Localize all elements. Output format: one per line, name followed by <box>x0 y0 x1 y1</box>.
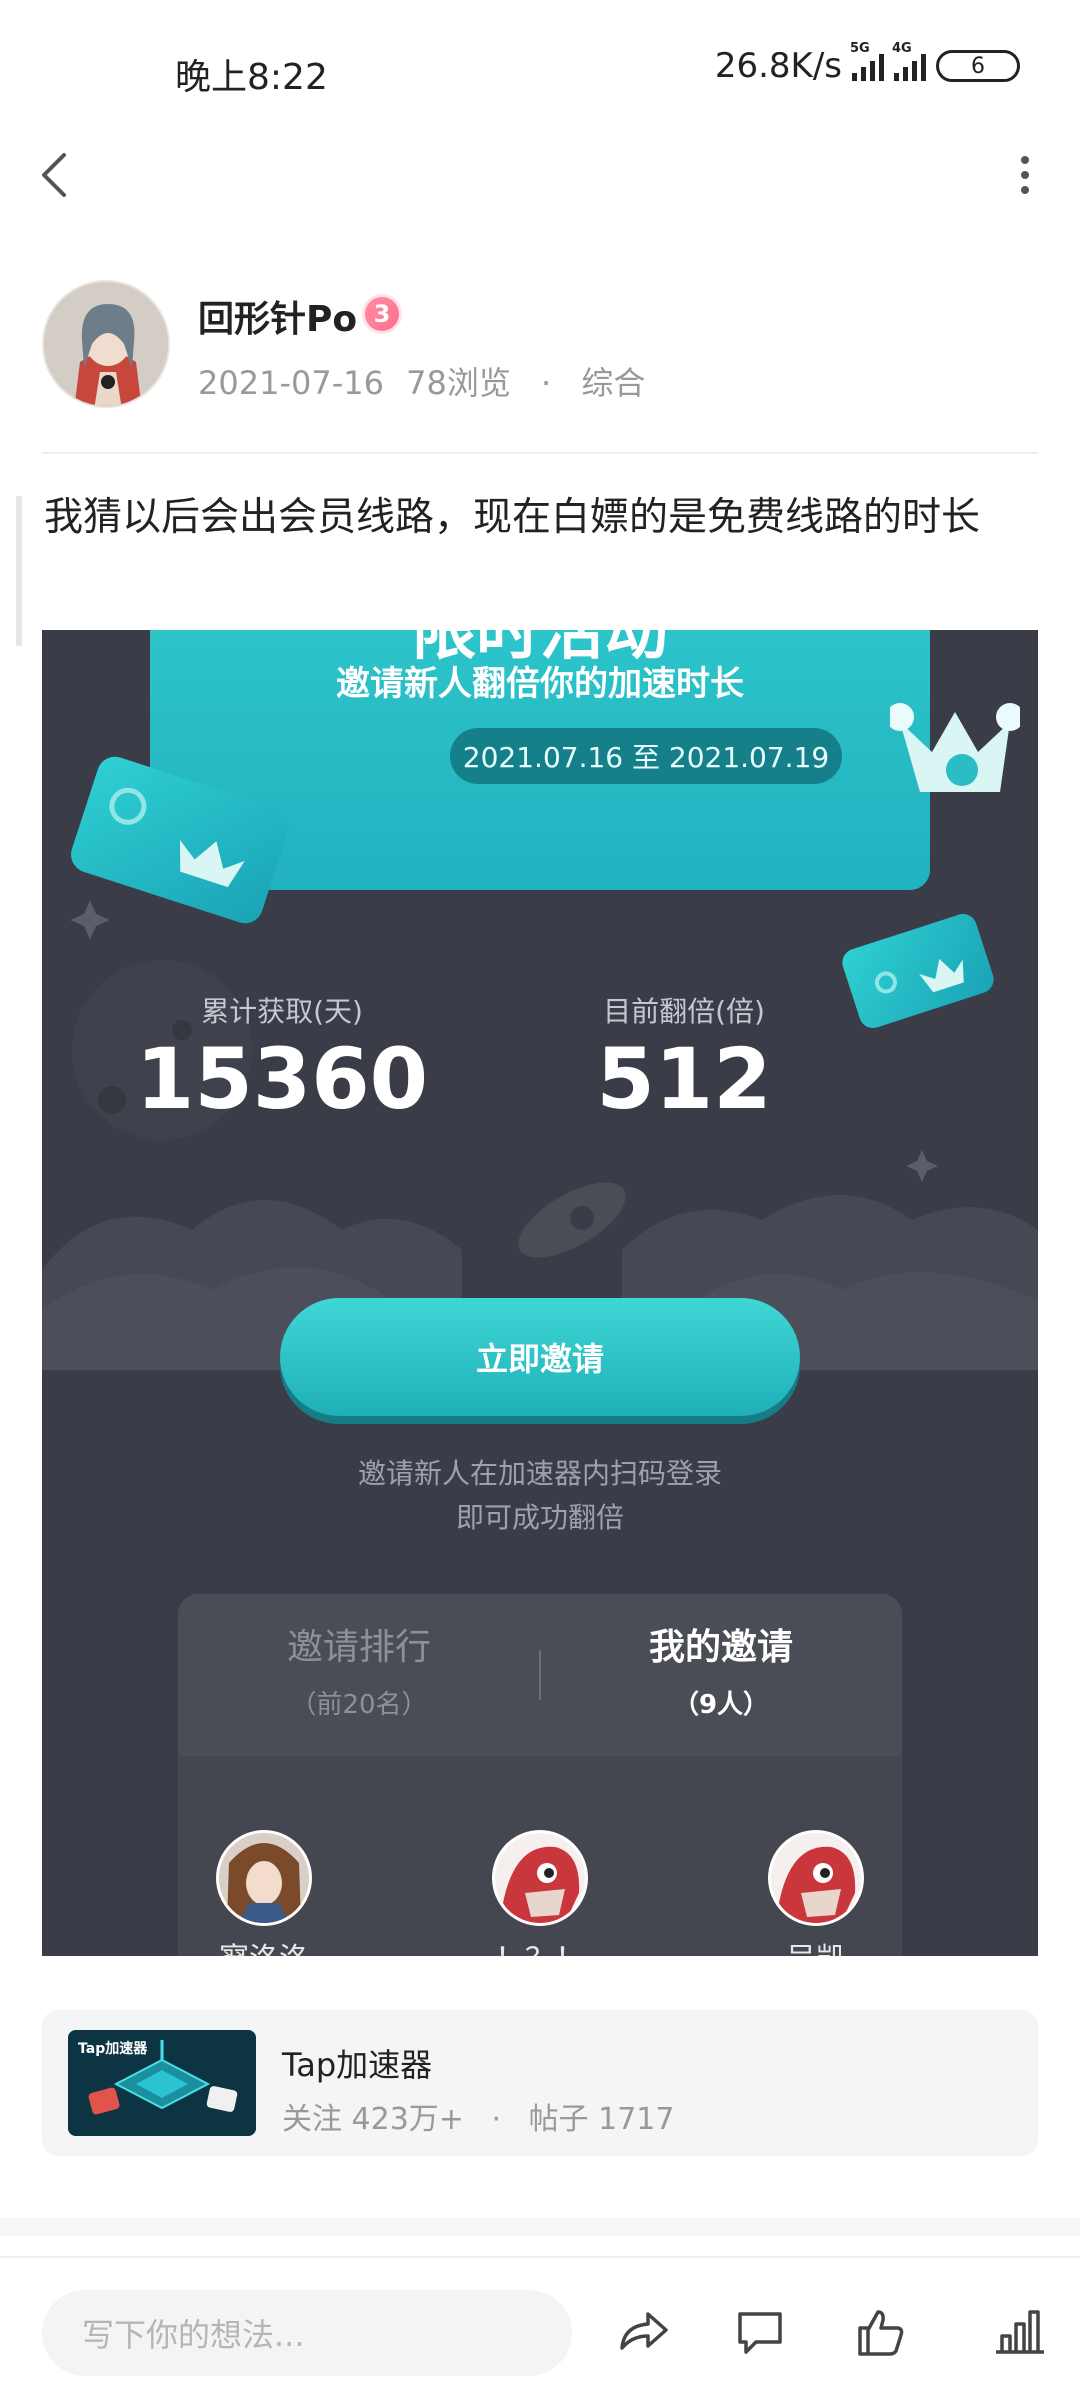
share-icon <box>620 2312 668 2350</box>
forum-post-count: 帖子 1717 <box>528 2102 675 2137</box>
avatar-image <box>495 1833 585 1923</box>
forum-thumb-label: Tap加速器 <box>78 2041 148 2057</box>
more-vertical-icon <box>1021 156 1029 194</box>
signal-4g-label: 4G <box>892 41 912 56</box>
invite-hint-line1: 邀请新人在加速器内扫码登录 <box>357 1457 722 1490</box>
forum-stats: 关注 423万+ · 帖子 1717 <box>282 2094 674 2138</box>
stat-multiplier-value: 512 <box>596 1030 772 1128</box>
more-button[interactable] <box>1010 150 1040 200</box>
invited-user-name: 寥洛洛 <box>164 1934 364 1956</box>
invited-user: 吴凯 <box>716 1830 916 1956</box>
rank-tabs: 邀请排行 （前20名） 我的邀请 （9人） <box>178 1594 902 1756</box>
invited-user: 寥洛洛 <box>164 1830 364 1956</box>
author-avatar[interactable] <box>42 280 170 408</box>
stat-multiplier-label: 目前翻倍(倍) <box>603 995 765 1028</box>
signal-5g-icon: 5G <box>850 41 884 81</box>
post-date: 2021-07-16 <box>198 364 384 402</box>
like-button[interactable] <box>850 2302 910 2362</box>
rank-panel: 邀请排行 （前20名） 我的邀请 （9人） 寥洛洛 <box>178 1594 902 1956</box>
tab-my-invites-label: 我的邀请 <box>648 1627 793 1668</box>
stat-total-value: 15360 <box>135 1030 429 1128</box>
forum-followers: 关注 423万+ <box>282 2102 464 2137</box>
level-value: 3 <box>373 300 391 328</box>
post-image[interactable]: 限时活动 邀请新人翻倍你的加速时长 2021.07.16 至 2021.07.1… <box>42 630 1038 1956</box>
bottom-action-bar: 写下你的想法... <box>0 2256 1080 2402</box>
post-meta: 2021-07-16 78浏览 · 综合 <box>198 358 645 404</box>
comment-icon <box>738 2312 782 2354</box>
banner-subtitle: 邀请新人翻倍你的加速时长 <box>336 664 744 704</box>
status-time: 晚上8:22 <box>175 57 328 98</box>
avatar-image <box>771 1833 861 1923</box>
chevron-left-icon <box>42 153 66 197</box>
comment-button[interactable] <box>730 2302 790 2362</box>
invited-user-name: ！？！ <box>440 1934 640 1956</box>
stat-total-label: 累计获取(天) <box>201 995 363 1028</box>
invited-user: ！？！ <box>440 1830 640 1956</box>
battery-level: 6 <box>971 53 985 79</box>
invite-hint: 邀请新人在加速器内扫码登录 即可成功翻倍 <box>42 1452 1038 1540</box>
tab-invite-rank: 邀请排行 （前20名） <box>178 1618 540 1721</box>
forum-card[interactable]: Tap加速器 Tap加速器 关注 423万+ · 帖子 1717 <box>42 2010 1038 2156</box>
forum-thumbnail: Tap加速器 <box>68 2030 256 2136</box>
invited-user-name: 吴凯 <box>716 1934 916 1956</box>
invited-user-avatar <box>492 1830 588 1926</box>
signal-4g-icon: 4G <box>892 41 926 81</box>
section-separator <box>0 2218 1080 2236</box>
forum-stats-separator: · <box>491 2102 502 2137</box>
tab-invite-rank-label: 邀请排行 <box>286 1627 431 1668</box>
tab-invite-rank-sub: （前20名） <box>290 1690 428 1720</box>
comment-input[interactable]: 写下你的想法... <box>42 2290 572 2376</box>
post-body-text: 我猜以后会出会员线路，现在白嫖的是免费线路的时长 <box>44 495 981 540</box>
back-button[interactable] <box>30 145 82 205</box>
like-icon <box>858 2310 904 2356</box>
avatar-image <box>44 282 168 406</box>
invited-user-avatar <box>768 1830 864 1926</box>
crown-icon <box>890 703 1020 792</box>
stats-button[interactable] <box>990 2302 1050 2362</box>
meta-separator: · <box>541 364 552 402</box>
signal-5g-label: 5G <box>850 41 870 56</box>
avatar-image <box>219 1833 309 1923</box>
tab-my-invites: 我的邀请 （9人） <box>540 1618 902 1721</box>
forum-name: Tap加速器 <box>282 2046 433 2084</box>
date-range-pill: 2021.07.16 至 2021.07.19 <box>450 728 842 784</box>
author-name[interactable]: 回形针Po <box>198 290 357 342</box>
stats-icon <box>996 2310 1044 2354</box>
invited-user-avatar <box>216 1830 312 1926</box>
net-speed: 26.8K/s <box>714 46 842 86</box>
status-indicators: 26.8K/s 5G 4G 6 <box>714 41 1020 86</box>
header-divider <box>42 452 1038 454</box>
invite-hint-line2: 即可成功翻倍 <box>455 1501 624 1534</box>
tab-my-invites-sub: （9人） <box>672 1690 770 1720</box>
level-badge: 3 <box>362 294 402 334</box>
post-views: 78浏览 <box>406 364 511 402</box>
battery-icon: 6 <box>936 50 1020 82</box>
invite-now-button: 立即邀请 <box>280 1298 800 1416</box>
share-button[interactable] <box>612 2302 672 2362</box>
post-category[interactable]: 综合 <box>581 364 645 402</box>
quote-bar <box>16 496 22 646</box>
